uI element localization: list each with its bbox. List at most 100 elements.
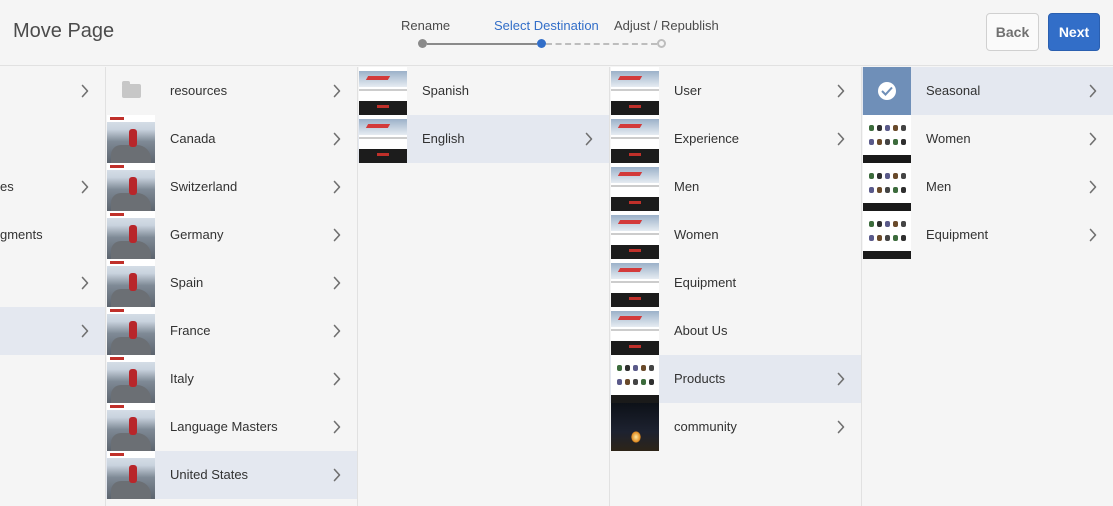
page-thumbnail — [107, 451, 155, 499]
chevron-right-icon[interactable] — [81, 324, 89, 338]
step-label-adjust-republish: Adjust / Republish — [614, 18, 719, 33]
chevron-right-icon[interactable] — [837, 132, 845, 146]
page-thumbnail — [611, 259, 659, 307]
column-item[interactable]: gments — [0, 211, 105, 259]
chevron-right-icon[interactable] — [333, 372, 341, 386]
chevron-right-icon[interactable] — [837, 84, 845, 98]
column-item-label: Germany — [170, 227, 224, 242]
chevron-right-icon[interactable] — [585, 132, 593, 146]
column-item[interactable] — [0, 259, 105, 307]
page-thumbnail — [107, 259, 155, 307]
column-level-2[interactable]: resources Canada Switzerland Germany Spain Fr… — [106, 67, 358, 506]
column-item-label: Switzerland — [170, 179, 238, 194]
column-browser: es gments resources Canada Switzerland Germa… — [0, 67, 1113, 506]
column-item-label: Products — [674, 371, 726, 386]
column-item[interactable] — [0, 307, 105, 355]
folder-icon — [107, 67, 155, 115]
column-item[interactable]: Women — [862, 115, 1113, 163]
page-thumbnail — [611, 403, 659, 451]
step-label-select-destination: Select Destination — [494, 18, 599, 33]
column-item[interactable] — [0, 67, 105, 115]
column-level-1[interactable]: es gments — [0, 67, 106, 506]
column-item[interactable]: community — [610, 403, 861, 451]
column-item[interactable]: Seasonal — [862, 67, 1113, 115]
column-item-label: Spanish — [422, 83, 469, 98]
column-item[interactable]: es — [0, 163, 105, 211]
column-level-4[interactable]: User Experience Men Women Equipment About Us P… — [610, 67, 862, 506]
chevron-right-icon[interactable] — [333, 324, 341, 338]
chevron-right-icon[interactable] — [333, 420, 341, 434]
column-item[interactable]: Products — [610, 355, 861, 403]
page-thumbnail — [863, 115, 911, 163]
column-item[interactable] — [0, 115, 105, 163]
step-dot-select-destination — [537, 39, 546, 48]
column-item[interactable]: Equipment — [862, 211, 1113, 259]
checkmark-icon — [878, 82, 896, 100]
column-item[interactable]: User — [610, 67, 861, 115]
column-item[interactable]: Men — [862, 163, 1113, 211]
column-item[interactable]: Germany — [106, 211, 357, 259]
column-item-label: Men — [926, 179, 952, 194]
column-item[interactable]: Canada — [106, 115, 357, 163]
column-item-label: Canada — [170, 131, 216, 146]
next-button[interactable]: Next — [1048, 13, 1100, 51]
column-level-3[interactable]: Spanish English — [358, 67, 610, 506]
column-item-label: community — [674, 419, 737, 434]
chevron-right-icon[interactable] — [333, 228, 341, 242]
page-thumbnail — [107, 163, 155, 211]
chevron-right-icon[interactable] — [1089, 228, 1097, 242]
chevron-right-icon[interactable] — [81, 276, 89, 290]
column-item[interactable]: Women — [610, 211, 861, 259]
column-item-label: Women — [674, 227, 719, 242]
chevron-right-icon[interactable] — [1089, 84, 1097, 98]
chevron-right-icon[interactable] — [333, 84, 341, 98]
column-item-label: gments — [0, 227, 43, 242]
column-item-label: Equipment — [674, 275, 737, 290]
wizard-steps: Rename Select Destination Adjust / Repub… — [380, 0, 740, 66]
step-connector-pending — [546, 43, 657, 45]
column-item[interactable]: About Us — [610, 307, 861, 355]
column-item[interactable]: Equipment — [610, 259, 861, 307]
back-button[interactable]: Back — [986, 13, 1039, 51]
column-item[interactable]: Spanish — [358, 67, 609, 115]
chevron-right-icon[interactable] — [333, 180, 341, 194]
column-item[interactable]: Men — [610, 163, 861, 211]
page-thumbnail — [107, 211, 155, 259]
column-item[interactable]: Language Masters — [106, 403, 357, 451]
column-level-5[interactable]: Seasonal Women Men Equipment — [862, 67, 1113, 506]
page-thumbnail — [611, 211, 659, 259]
chevron-right-icon[interactable] — [333, 132, 341, 146]
page-thumbnail — [863, 163, 911, 211]
chevron-right-icon[interactable] — [81, 84, 89, 98]
column-item-label: United States — [170, 467, 249, 482]
chevron-right-icon[interactable] — [333, 276, 341, 290]
chevron-right-icon[interactable] — [837, 420, 845, 434]
page-thumbnail — [359, 67, 407, 115]
chevron-right-icon[interactable] — [81, 180, 89, 194]
column-item-label: Spain — [170, 275, 204, 290]
column-item[interactable]: Experience — [610, 115, 861, 163]
step-dot-adjust-republish — [657, 39, 666, 48]
column-item-label: France — [170, 323, 211, 338]
chevron-right-icon[interactable] — [1089, 132, 1097, 146]
chevron-right-icon[interactable] — [333, 468, 341, 482]
page-thumbnail — [107, 307, 155, 355]
page-thumbnail — [611, 67, 659, 115]
column-item-label: Seasonal — [926, 83, 981, 98]
chevron-right-icon[interactable] — [1089, 180, 1097, 194]
page-title: Move Page — [13, 20, 115, 42]
column-item[interactable]: Switzerland — [106, 163, 357, 211]
column-item-label: Italy — [170, 371, 194, 386]
column-item[interactable]: resources — [106, 67, 357, 115]
page-thumbnail — [611, 355, 659, 403]
column-item-label: Women — [926, 131, 971, 146]
column-item-label: resources — [170, 83, 228, 98]
column-item[interactable]: Italy — [106, 355, 357, 403]
column-item[interactable]: English — [358, 115, 609, 163]
column-item[interactable]: France — [106, 307, 357, 355]
column-item[interactable]: United States — [106, 451, 357, 499]
step-dot-rename — [418, 39, 427, 48]
chevron-right-icon[interactable] — [837, 372, 845, 386]
step-connector-complete — [427, 43, 537, 45]
column-item[interactable]: Spain — [106, 259, 357, 307]
